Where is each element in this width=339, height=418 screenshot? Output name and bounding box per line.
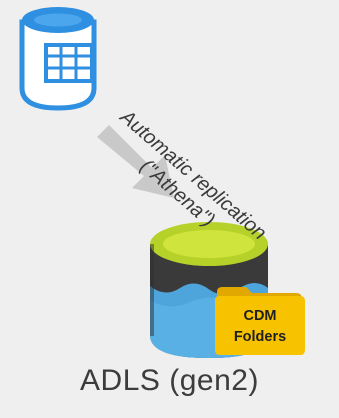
storage-caption: ADLS (gen2) — [80, 364, 259, 397]
cdm-label: CDM — [243, 308, 276, 324]
folders-label: Folders — [234, 329, 286, 345]
diagram-canvas: CDM Folders — [19, 7, 305, 358]
source-database-icon — [19, 7, 97, 111]
table-grid-icon — [44, 43, 94, 83]
cdm-folders-badge: CDM Folders — [215, 287, 305, 355]
